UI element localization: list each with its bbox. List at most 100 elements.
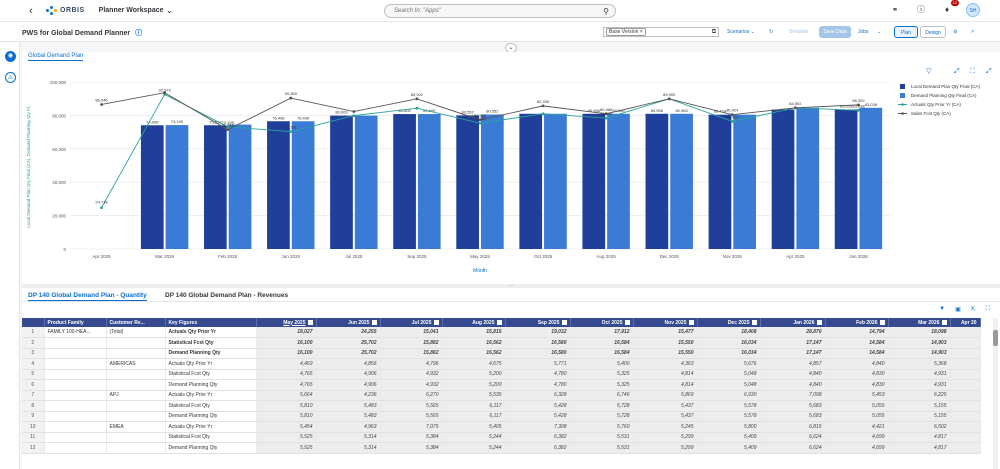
value-cell[interactable]: 6,382 xyxy=(505,442,571,454)
table-row[interactable]: 6 Demand Planning Qty 4,765 4,906 4,932 5,200… xyxy=(22,379,981,391)
value-cell[interactable]: 5,368 xyxy=(888,358,951,370)
value-cell[interactable]: 5,683 xyxy=(760,411,826,422)
value-cell[interactable]: 4,699 xyxy=(825,442,889,454)
column-header[interactable]: Apr 20 xyxy=(950,318,981,327)
value-cell[interactable]: 15,882 xyxy=(380,348,443,359)
table-row[interactable]: 1 FAMILY 100-HEA... (Total) Actuals Qty Pri… xyxy=(22,327,981,338)
search-icon[interactable]: ⚲ xyxy=(603,5,609,18)
bell-icon[interactable]: ♦ 10 xyxy=(940,0,959,17)
value-cell[interactable]: 5,728 xyxy=(570,411,634,422)
value-cell[interactable]: 5,325 xyxy=(570,369,634,380)
value-cell[interactable]: 4,963 xyxy=(316,421,381,433)
value-cell[interactable]: 5,535 xyxy=(442,390,506,401)
column-header[interactable]: Jun 2025 xyxy=(316,318,381,327)
table-row[interactable]: 8 Statistical Fcst Qty 5,810 5,483 5,565 6,11… xyxy=(22,400,981,412)
value-cell[interactable]: 16,584 xyxy=(570,337,634,349)
value-cell[interactable]: 5,325 xyxy=(570,379,634,391)
table-row[interactable]: 2 Statistical Fcst Qty 16,100 25,702 15,882 1… xyxy=(22,337,981,349)
search-input[interactable]: Search In: "Apps" ⚲ xyxy=(384,4,616,18)
value-cell[interactable]: 6,117 xyxy=(442,411,506,422)
value-cell[interactable]: 25,702 xyxy=(316,337,381,349)
simulate-button[interactable]: Simulate xyxy=(789,27,808,37)
value-cell[interactable]: 7,308 xyxy=(505,421,571,433)
value-cell[interactable]: 5,155 xyxy=(888,411,951,422)
value-cell[interactable]: 5,683 xyxy=(760,400,826,412)
value-cell[interactable]: 5,409 xyxy=(697,432,761,443)
value-cell[interactable] xyxy=(950,390,981,401)
value-cell[interactable]: 16,562 xyxy=(442,348,506,359)
value-cell[interactable]: 16,100 xyxy=(256,337,317,349)
info-icon[interactable]: ⓘ xyxy=(135,28,142,38)
refresh-icon[interactable]: ↻ xyxy=(769,27,773,37)
value-cell[interactable]: 4,830 xyxy=(825,379,889,391)
column-header[interactable]: May 2025 xyxy=(256,318,317,327)
planning-icon[interactable]: ◉ xyxy=(5,51,16,62)
value-cell[interactable]: 5,771 xyxy=(505,358,571,370)
value-cell[interactable]: 16,580 xyxy=(505,337,571,349)
value-cell[interactable]: 17,912 xyxy=(570,327,634,338)
value-cell[interactable]: 18,098 xyxy=(888,327,951,338)
scroll-thumb[interactable] xyxy=(993,330,998,346)
value-cell[interactable]: 5,525 xyxy=(256,432,317,443)
value-cell[interactable]: 5,531 xyxy=(570,432,634,443)
value-cell[interactable]: 4,931 xyxy=(888,379,951,391)
value-cell[interactable]: 6,270 xyxy=(380,390,443,401)
jobs-button[interactable]: Jobs xyxy=(858,27,869,37)
plan-button[interactable]: Plan xyxy=(894,26,918,38)
value-cell[interactable]: 5,437 xyxy=(633,411,698,422)
help-icon[interactable]: ⓘ xyxy=(914,3,928,17)
value-cell[interactable]: 16,034 xyxy=(697,337,761,349)
value-cell[interactable]: 6,930 xyxy=(697,390,761,401)
value-cell[interactable]: 5,428 xyxy=(505,400,571,412)
save-data-button[interactable]: Save Data xyxy=(819,26,851,38)
table-row[interactable]: 3 Demand Planning Qty 16,100 25,702 15,882 16… xyxy=(22,348,981,359)
value-cell[interactable]: 16,034 xyxy=(697,348,761,359)
value-cell[interactable]: 18,027 xyxy=(256,327,317,338)
value-cell[interactable]: 4,840 xyxy=(825,358,889,370)
tab-revenues[interactable]: DP 140 Global Demand Plan - Revenues xyxy=(165,292,288,300)
table-row[interactable]: 12 Demand Planning Qty 5,525 5,314 5,384 5,24… xyxy=(22,442,981,454)
value-cell[interactable]: 5,483 xyxy=(316,411,381,422)
value-cell[interactable]: 6,328 xyxy=(505,390,571,401)
avatar[interactable]: SH xyxy=(966,3,980,17)
value-cell[interactable]: 4,796 xyxy=(380,358,443,370)
value-cell[interactable]: 16,100 xyxy=(256,348,317,359)
column-header[interactable]: Jul 2025 xyxy=(380,318,443,327)
value-cell[interactable]: 5,055 xyxy=(825,400,889,412)
value-cell[interactable]: 5,578 xyxy=(697,400,761,412)
table-row[interactable]: 11 Statistical Fcst Qty 5,525 5,314 5,384 5,2… xyxy=(22,432,981,443)
column-header[interactable]: Mar 2026 xyxy=(888,318,951,327)
value-cell[interactable]: 16,584 xyxy=(570,348,634,359)
column-menu-icon[interactable] xyxy=(371,319,377,325)
value-cell[interactable]: 6,624 xyxy=(760,432,826,443)
value-cell[interactable]: 14,903 xyxy=(888,348,951,359)
value-cell[interactable]: 24,255 xyxy=(316,327,381,338)
value-cell[interactable]: 5,314 xyxy=(316,432,381,443)
value-cell[interactable] xyxy=(950,358,981,370)
value-cell[interactable] xyxy=(950,369,981,380)
value-cell[interactable]: 5,454 xyxy=(256,421,317,433)
vertical-scrollbar[interactable] xyxy=(993,318,998,469)
value-cell[interactable]: 5,048 xyxy=(697,379,761,391)
value-cell[interactable]: 5,384 xyxy=(380,442,443,454)
value-cell[interactable]: 4,856 xyxy=(316,358,381,370)
export-icon[interactable]: ⇱ xyxy=(971,306,976,313)
value-cell[interactable]: 16,580 xyxy=(505,348,571,359)
value-cell[interactable] xyxy=(950,337,981,349)
value-cell[interactable]: 4,469 xyxy=(256,358,317,370)
headset-icon[interactable]: ⚭ xyxy=(888,3,902,17)
value-cell[interactable]: 4,931 xyxy=(888,369,951,380)
value-cell[interactable]: 4,840 xyxy=(760,379,826,391)
value-cell[interactable]: 5,525 xyxy=(256,442,317,454)
value-cell[interactable]: 4,699 xyxy=(825,432,889,443)
column-header[interactable]: Customer Re... xyxy=(106,318,166,327)
value-cell[interactable]: 14,584 xyxy=(825,337,889,349)
value-cell[interactable]: 6,746 xyxy=(570,390,634,401)
value-cell[interactable]: 5,676 xyxy=(697,358,761,370)
tab-global-demand-plan[interactable]: Global Demand Plan xyxy=(28,52,84,61)
value-cell[interactable]: 15,815 xyxy=(442,327,506,338)
value-cell[interactable]: 5,384 xyxy=(380,432,443,443)
value-cell[interactable]: 4,675 xyxy=(442,358,506,370)
column-menu-icon[interactable] xyxy=(941,319,947,325)
value-cell[interactable]: 5,048 xyxy=(697,369,761,380)
